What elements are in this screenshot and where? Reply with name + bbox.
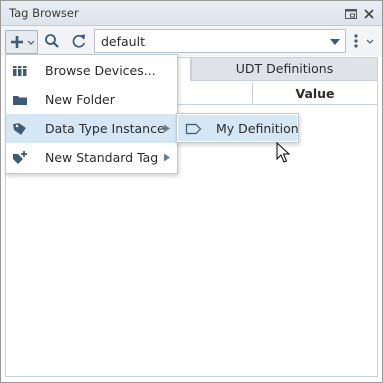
toolbar: default [1, 26, 382, 56]
mouse-pointer-icon [276, 142, 290, 163]
more-options-button[interactable] [350, 31, 378, 51]
chevron-right-icon [164, 153, 170, 162]
tag-icon [12, 121, 28, 137]
udt-definition-icon [185, 121, 203, 140]
menu-item-data-type-instance[interactable]: Data Type Instance [6, 114, 177, 143]
menu-item-label: New Folder [45, 92, 115, 107]
new-tag-icon [12, 150, 28, 166]
window-title: Tag Browser [9, 6, 79, 20]
vertical-dots-icon [354, 34, 374, 48]
float-window-icon[interactable] [344, 6, 358, 20]
add-menu: Browse Devices... New Folder Data Type I… [5, 54, 178, 174]
menu-item-browse-devices[interactable]: Browse Devices... [6, 56, 177, 85]
tag-provider-value: default [101, 34, 145, 49]
devices-icon [12, 63, 28, 79]
search-icon[interactable] [43, 32, 61, 50]
menu-item-new-standard-tag[interactable]: New Standard Tag [6, 143, 177, 172]
chevron-down-icon [330, 39, 340, 45]
submenu-item-my-definition[interactable]: My Definition [178, 115, 299, 141]
chevron-right-icon [164, 124, 170, 133]
plus-icon [11, 36, 35, 48]
menu-item-label: Data Type Instance [45, 121, 165, 136]
menu-item-label: Browse Devices... [45, 63, 156, 78]
folder-icon [12, 92, 28, 108]
submenu-item-label: My Definition [216, 121, 299, 136]
menu-item-label: New Standard Tag [45, 150, 159, 165]
column-header-value[interactable]: Value [253, 83, 377, 104]
tab-udt-definitions[interactable]: UDT Definitions [191, 57, 378, 81]
tag-provider-dropdown[interactable]: default [94, 29, 346, 53]
data-type-submenu: My Definition [176, 113, 299, 143]
close-icon[interactable] [362, 6, 376, 20]
refresh-icon[interactable] [70, 32, 88, 50]
add-tag-button[interactable] [5, 30, 38, 54]
title-bar: Tag Browser [1, 1, 382, 26]
menu-item-new-folder[interactable]: New Folder [6, 85, 177, 114]
